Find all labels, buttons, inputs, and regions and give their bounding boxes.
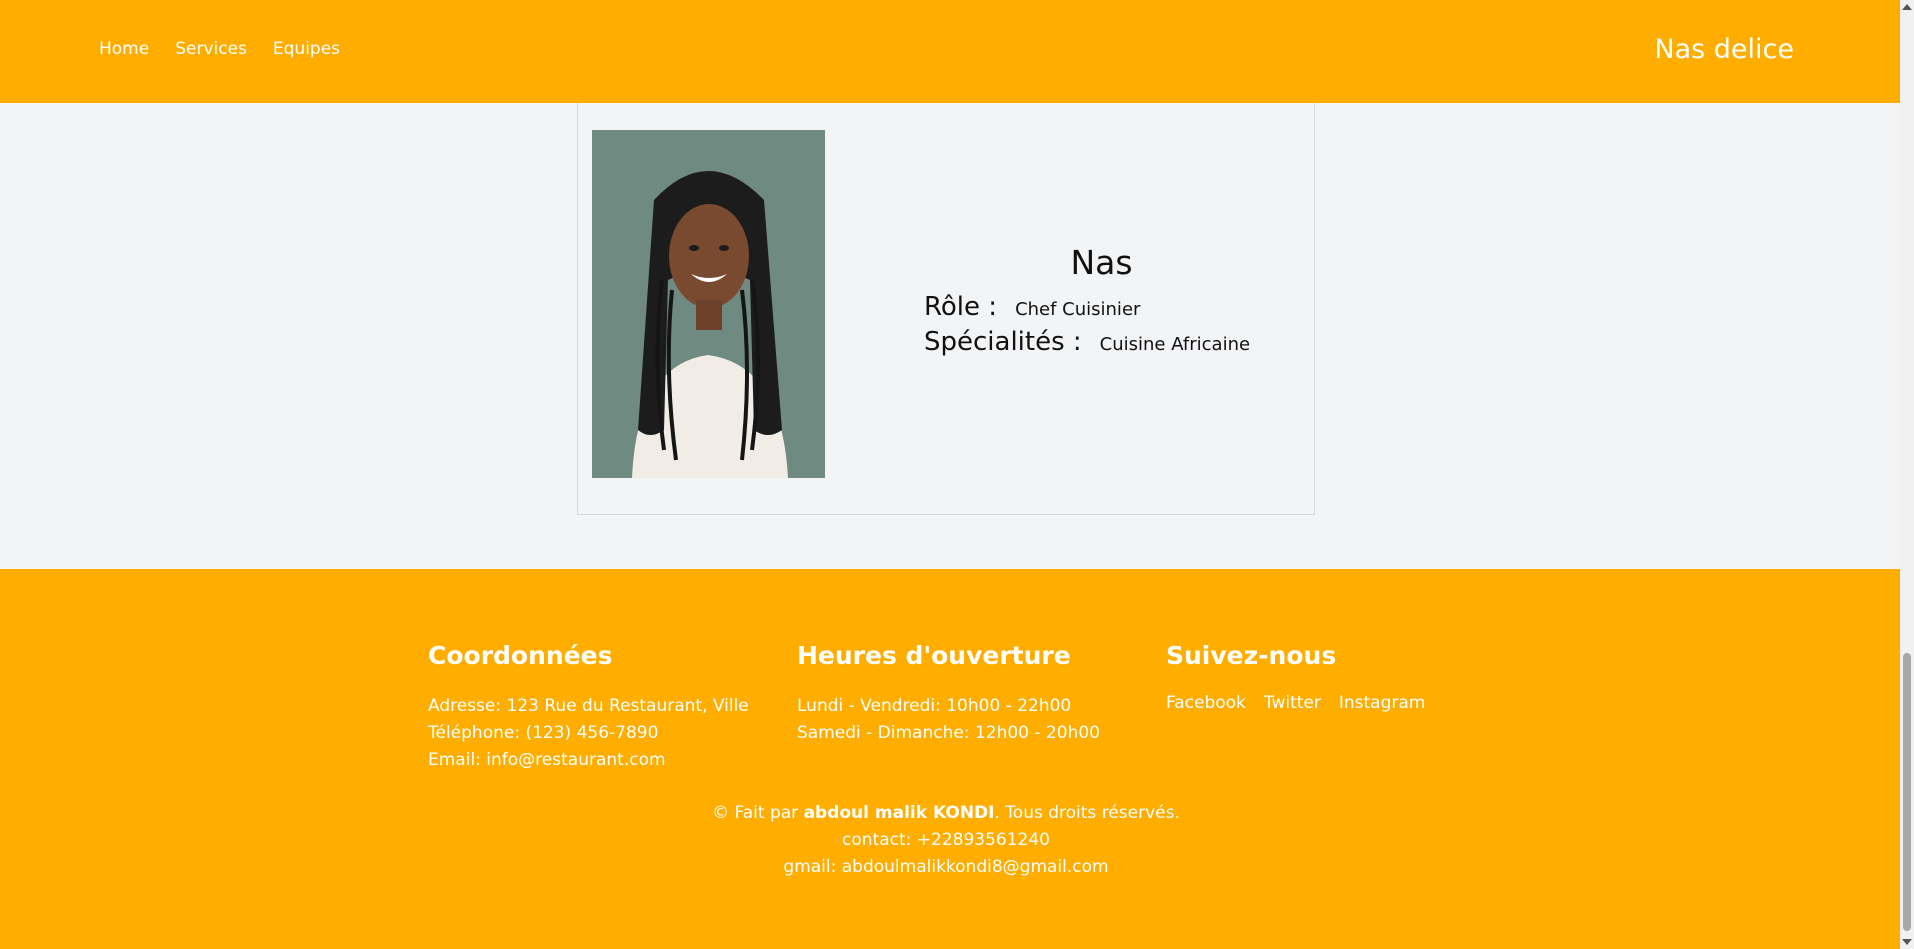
footer-hours-weekdays: Lundi - Vendredi: 10h00 - 22h00 — [797, 696, 1072, 716]
footer-hours-column: Heures d'ouverture Lundi - Vendredi: 10h… — [797, 641, 1100, 747]
footer-credits: © Fait par abdoul malik KONDI. Tous droi… — [0, 800, 1892, 881]
credits-suffix: . Tous droits réservés. — [994, 803, 1180, 823]
facebook-link[interactable]: Facebook — [1166, 693, 1246, 713]
member-portrait-image — [592, 130, 825, 478]
specialty-row: Spécialités : Cuisine Africaine — [924, 327, 1279, 362]
brand-title[interactable]: Nas delice — [1654, 34, 1794, 65]
credits-contact: contact: +22893561240 — [842, 830, 1050, 850]
member-info: Nas Rôle : Chef Cuisinier Spécialités : … — [924, 243, 1279, 362]
team-member-card: Nas Rôle : Chef Cuisinier Spécialités : … — [577, 103, 1315, 515]
credits-author: abdoul malik KONDI — [803, 803, 995, 823]
social-links: Facebook Twitter Instagram — [1166, 693, 1425, 713]
footer-hours-title: Heures d'ouverture — [797, 641, 1071, 670]
page-scrollbar[interactable] — [1900, 0, 1914, 949]
member-photo — [592, 130, 825, 478]
footer-hours-weekend: Samedi - Dimanche: 12h00 - 20h00 — [797, 723, 1100, 743]
navbar: Home Services Equipes Nas delice — [0, 0, 1900, 103]
member-name: Nas — [1070, 243, 1133, 282]
scroll-up-arrow-icon[interactable] — [1902, 4, 1912, 10]
footer-social-column: Suivez-nous Facebook Twitter Instagram — [1166, 641, 1425, 713]
specialty-value: Cuisine Africaine — [1099, 334, 1251, 355]
footer-social-title: Suivez-nous — [1166, 641, 1337, 670]
footer-contact-title: Coordonnées — [428, 641, 613, 670]
nav-link-home[interactable]: Home — [99, 39, 149, 59]
twitter-link[interactable]: Twitter — [1264, 693, 1321, 713]
footer-contact-column: Coordonnées Adresse: 123 Rue du Restaura… — [428, 641, 749, 774]
footer-email: Email: info@restaurant.com — [428, 750, 666, 770]
nav-link-equipes[interactable]: Equipes — [273, 39, 340, 59]
scroll-down-arrow-icon[interactable] — [1902, 939, 1912, 945]
instagram-link[interactable]: Instagram — [1339, 693, 1426, 713]
credits-line: © Fait par abdoul malik KONDI. Tous droi… — [0, 800, 1892, 827]
role-row: Rôle : Chef Cuisinier — [924, 292, 1279, 327]
site-footer: Coordonnées Adresse: 123 Rue du Restaura… — [0, 569, 1900, 949]
footer-phone: Téléphone: (123) 456-7890 — [428, 723, 659, 743]
scrollbar-thumb[interactable] — [1903, 653, 1911, 931]
credits-gmail: gmail: abdoulmalikkondi8@gmail.com — [783, 857, 1109, 877]
specialty-label: Spécialités : — [924, 327, 1082, 357]
nav-link-services[interactable]: Services — [175, 39, 247, 59]
footer-address: Adresse: 123 Rue du Restaurant, Ville — [428, 696, 749, 716]
nav-links: Home Services Equipes — [99, 39, 340, 59]
credits-prefix: © Fait par — [712, 803, 804, 823]
role-value: Chef Cuisinier — [1015, 299, 1141, 320]
role-label: Rôle : — [924, 292, 998, 322]
